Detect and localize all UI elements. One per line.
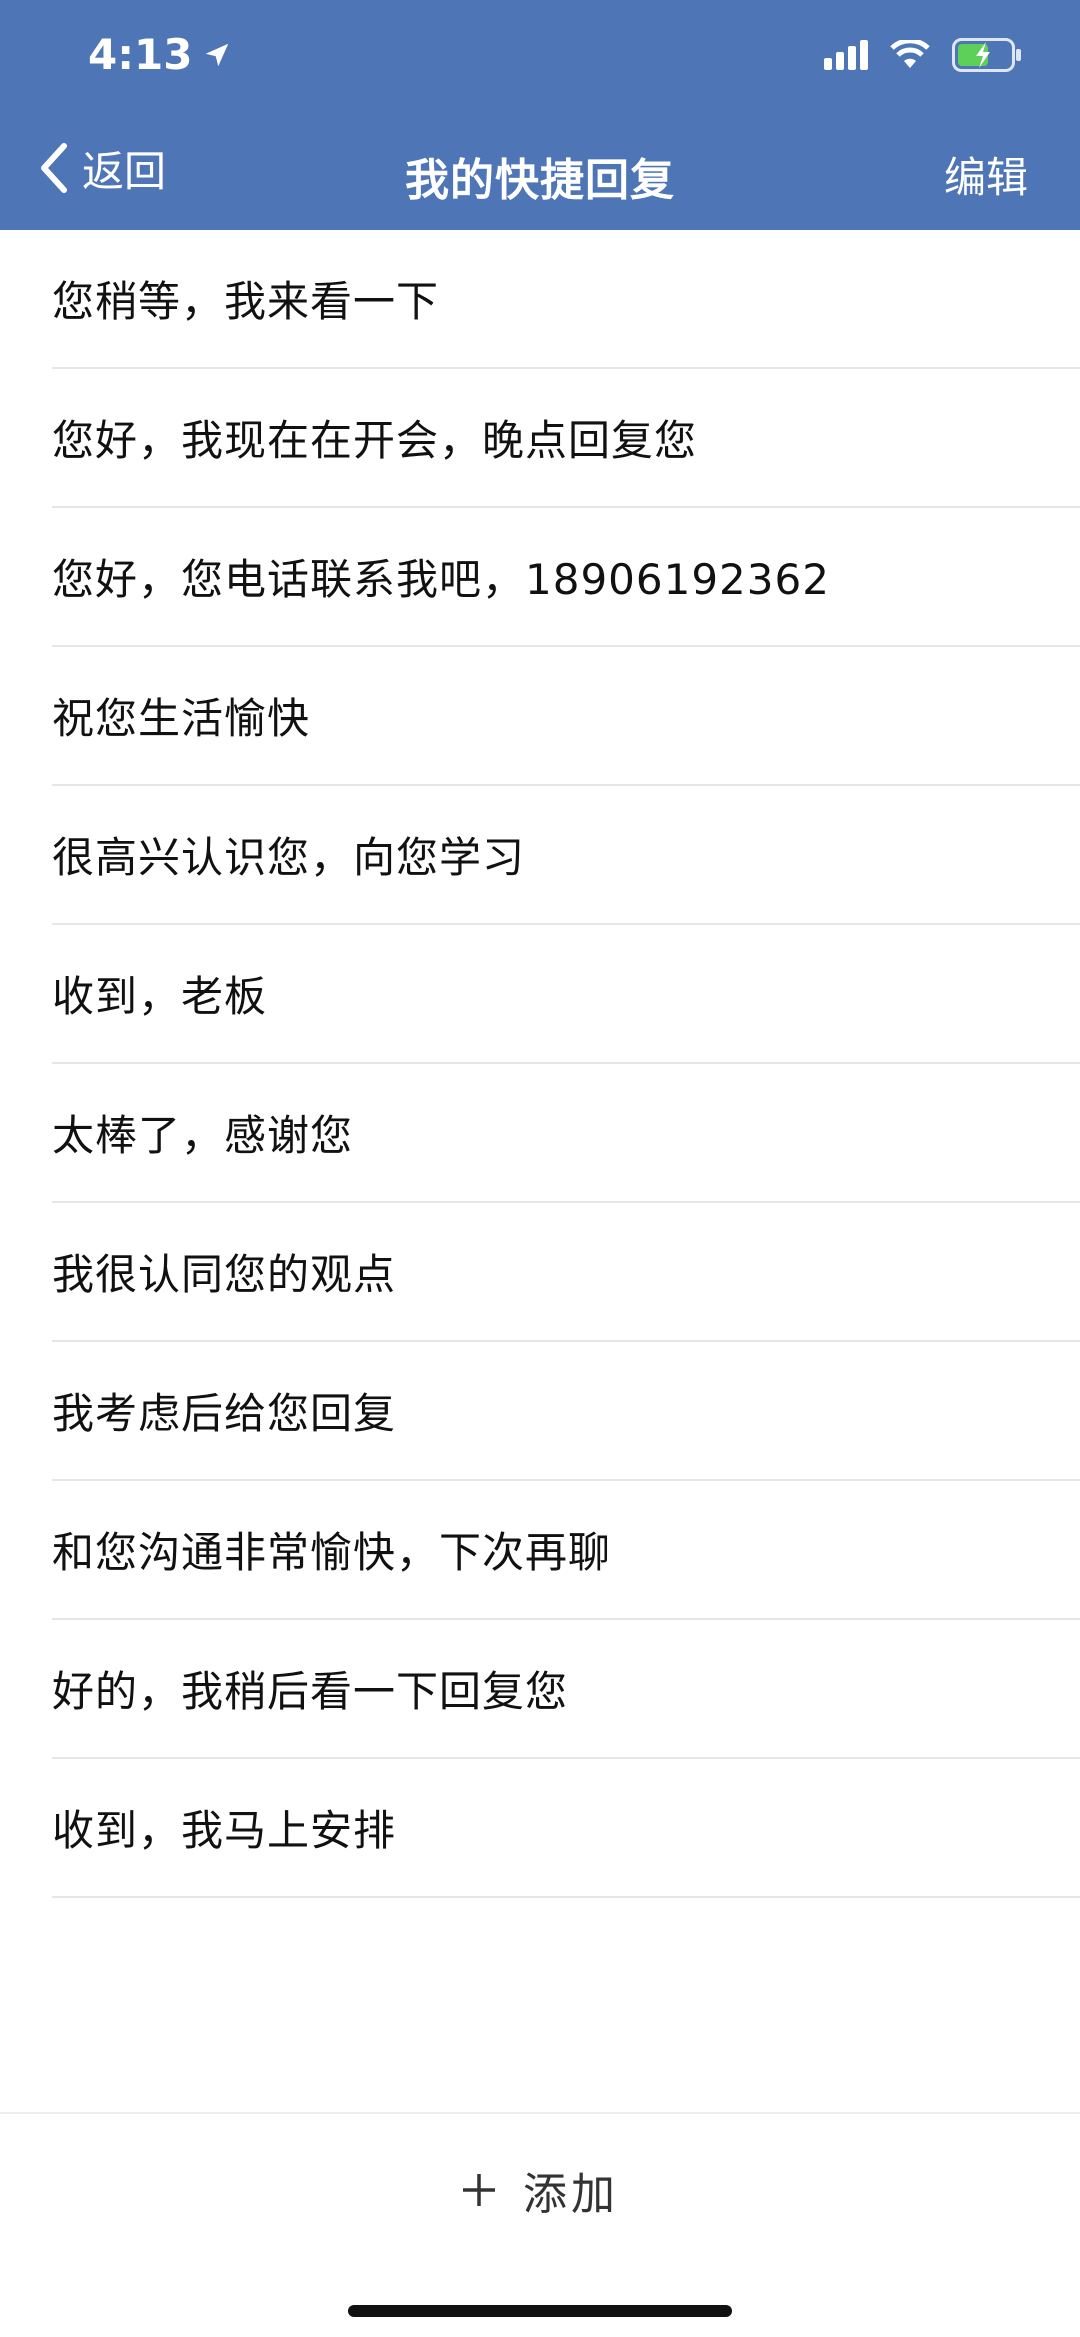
quick-reply-item[interactable]: 您好，我现在在开会，晚点回复您 [52,369,1080,508]
quick-reply-item[interactable]: 太棒了，感谢您 [52,1064,1080,1203]
plus-icon [463,2174,495,2206]
quick-reply-text: 很高兴认识您，向您学习 [52,833,526,882]
quick-reply-item[interactable]: 您好，您电话联系我吧，18906192362 [52,508,1080,647]
quick-reply-text: 我考虑后给您回复 [52,1389,397,1438]
quick-reply-text: 祝您生活愉快 [52,694,311,743]
quick-reply-item[interactable]: 收到，我马上安排 [52,1759,1080,1898]
navigation-bar: 返回 我的快捷回复 编辑 [0,128,1080,216]
home-indicator[interactable] [348,2305,732,2317]
cellular-signal-icon [824,40,868,70]
quick-reply-text: 您稍等，我来看一下 [52,277,440,326]
quick-reply-text: 好的，我稍后看一下回复您 [52,1667,569,1716]
quick-reply-text: 和您沟通非常愉快，下次再聊 [52,1528,612,1577]
quick-reply-item[interactable]: 好的，我稍后看一下回复您 [52,1620,1080,1759]
status-time-text: 4:13 [88,30,193,79]
quick-reply-text: 收到，我马上安排 [52,1806,397,1855]
quick-reply-item[interactable]: 和您沟通非常愉快，下次再聊 [52,1481,1080,1620]
status-time: 4:13 [88,30,232,79]
page-title: 我的快捷回复 [405,155,675,206]
edit-button[interactable]: 编辑 [944,144,1028,205]
quick-reply-text: 您好，您电话联系我吧，18906192362 [52,555,830,604]
footer-divider [0,2112,1080,2114]
add-label: 添加 [523,2169,619,2220]
location-arrow-icon [206,43,229,66]
quick-reply-text: 收到，老板 [52,972,268,1021]
quick-reply-item[interactable]: 祝您生活愉快 [52,647,1080,786]
quick-reply-item[interactable]: 很高兴认识您，向您学习 [52,786,1080,925]
wifi-icon [890,40,930,70]
quick-reply-text: 您好，我现在在开会，晚点回复您 [52,416,698,465]
quick-reply-item[interactable]: 我很认同您的观点 [52,1203,1080,1342]
quick-reply-text: 我很认同您的观点 [52,1250,397,1299]
quick-reply-list: 您稍等，我来看一下 您好，我现在在开会，晚点回复您 您好，您电话联系我吧，189… [0,230,1080,1898]
add-reply-button[interactable]: 添加 [0,2150,1080,2230]
quick-reply-item[interactable]: 我考虑后给您回复 [52,1342,1080,1481]
quick-reply-text: 太棒了，感谢您 [52,1111,354,1160]
header-bar: 4:13 返回 我的快捷回复 编辑 [0,0,1080,230]
battery-charging-icon [952,38,1022,72]
quick-reply-item[interactable]: 您稍等，我来看一下 [52,230,1080,369]
status-icons [824,38,1022,72]
quick-reply-item[interactable]: 收到，老板 [52,925,1080,1064]
